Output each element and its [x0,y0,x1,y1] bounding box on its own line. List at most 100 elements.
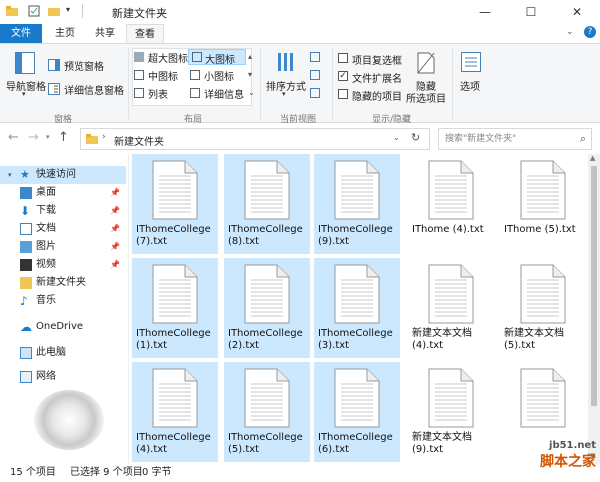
layout-details[interactable]: 详细信息 [190,86,250,101]
decorative-swirl [34,390,104,450]
back-arrow-icon[interactable]: ← [8,130,19,145]
tab-share[interactable]: 共享 [88,24,122,43]
file-name: IThomeCollege (8).txt [228,224,310,248]
properties-icon[interactable] [28,5,40,17]
sidebar-item-label: 下载 [36,205,56,216]
up-arrow-icon[interactable]: ↑ [58,130,69,145]
chevron-down-icon[interactable]: ▾ [66,5,78,17]
file-item[interactable]: 新建文本文档 (5).txt [500,258,586,358]
checkbox-checked[interactable]: ✓ [338,71,348,81]
chevron-down-icon[interactable]: ▾ [46,133,50,141]
options-button[interactable]: 选项 [456,50,486,104]
scroll-thumb[interactable] [591,166,597,406]
layout-medium[interactable]: 中图标 [134,68,186,83]
file-item[interactable]: IThome (4).txt [408,154,494,254]
group-by-icon[interactable] [310,52,320,62]
watermark-url: jb51.net [549,440,596,451]
sidebar-item-desktop[interactable]: 桌面 📌 [0,184,126,202]
text-file-icon [520,160,566,220]
chevron-down-icon[interactable]: ▾ [8,166,12,184]
layout-small[interactable]: 小图标 [190,68,246,83]
file-name-line: IThomeCollege [318,328,393,339]
pin-icon[interactable]: 📌 [110,220,120,238]
sidebar-item-pictures[interactable]: 图片 📌 [0,238,126,256]
file-item[interactable]: IThomeCollege (2).txt [224,258,310,358]
sidebar-item-onedrive[interactable]: ☁ OneDrive [0,318,126,336]
item-checkboxes-toggle[interactable]: 项目复选框 [338,52,408,67]
file-item[interactable]: IThomeCollege (7).txt [132,154,218,254]
scroll-down-icon[interactable]: ▾ [248,70,252,79]
nav-pane-icon [15,52,35,74]
file-name-line: 新建文本文档 [504,328,564,339]
sort-by-button[interactable]: 排序方式 ▾ [266,50,306,104]
pin-icon[interactable]: 📌 [110,238,120,256]
sidebar-item-label: 桌面 [36,187,56,198]
file-ext-toggle[interactable]: ✓ 文件扩展名 [338,70,408,85]
search-input[interactable]: 搜索"新建文件夹" ⌕ [438,128,592,150]
maximize-button[interactable]: ☐ [508,0,554,24]
sidebar-item-music[interactable]: ♪ 音乐 [0,292,126,310]
sidebar-item-videos[interactable]: 视频 📌 [0,256,126,274]
tab-view[interactable]: 查看 [126,24,164,43]
sidebar-item-label: 新建文件夹 [36,277,86,288]
hidden-items-toggle[interactable]: 隐藏的项目 [338,88,408,103]
checkbox[interactable] [338,53,348,63]
sidebar-item-this-pc[interactable]: 此电脑 [0,344,126,362]
layout-large-label: 大图标 [205,55,235,66]
tab-file[interactable]: 文件 [0,24,42,43]
hide-selected-button[interactable]: 隐藏 所选项目 [406,50,446,105]
add-columns-icon[interactable] [310,70,320,80]
hide-selected-label-2: 所选项目 [406,94,446,105]
file-item[interactable]: IThomeCollege (5).txt [224,362,310,462]
chevron-down-icon[interactable]: ⌄ [393,133,400,142]
search-icon[interactable]: ⌕ [580,129,586,149]
checkbox[interactable] [338,89,348,99]
file-item[interactable]: IThome (5).txt [500,154,586,254]
file-item[interactable]: IThomeCollege (8).txt [224,154,310,254]
address-field[interactable]: › 新建文件夹 ⌄ ↻ [80,128,430,150]
layout-details-label: 详细信息 [204,90,244,101]
file-name-line: IThomeCollege [228,432,303,443]
text-file-icon [152,160,198,220]
file-name: IThomeCollege (9).txt [318,224,400,248]
pin-icon[interactable]: 📌 [110,202,120,220]
list-icon [134,88,144,98]
file-item[interactable]: IThomeCollege (9).txt [314,154,400,254]
sidebar-item-new-folder[interactable]: 新建文件夹 [0,274,126,292]
minimize-button[interactable]: — [462,0,508,24]
chevron-down-icon[interactable]: ⌄ [566,27,574,37]
close-button[interactable]: ✕ [554,0,600,24]
size-columns-icon[interactable] [310,88,320,98]
file-item[interactable]: IThomeCollege (6).txt [314,362,400,462]
file-item[interactable]: 新建文本文档 (9).txt [408,362,494,462]
scroll-up-icon[interactable]: ▴ [248,52,252,61]
layout-extra-large[interactable]: 超大图标 [134,50,188,65]
nav-pane-button[interactable]: 导航窗格 ▾ [6,50,46,104]
refresh-icon[interactable]: ↻ [411,131,420,144]
sidebar-item-documents[interactable]: 文档 📌 [0,220,126,238]
details-pane-button[interactable]: 详细信息窗格 [48,82,128,98]
file-item[interactable]: IThomeCollege (4).txt [132,362,218,462]
new-folder-icon[interactable] [48,5,60,17]
sidebar-item-quick-access[interactable]: ▾ ★ 快速访问 [0,166,126,184]
pin-icon[interactable]: 📌 [110,256,120,274]
help-icon[interactable]: ? [584,26,596,38]
preview-pane-button[interactable]: 预览窗格 [48,58,128,74]
layout-list[interactable]: 列表 [134,86,186,101]
tab-home[interactable]: 主页 [48,24,82,43]
more-icon[interactable]: ⌄ [248,88,255,97]
forward-arrow-icon[interactable]: → [28,130,39,145]
scrollbar[interactable]: ▲ ▼ [588,154,600,464]
file-item[interactable]: IThomeCollege (3).txt [314,258,400,358]
layout-large[interactable]: 大图标 [188,49,246,66]
breadcrumb[interactable]: 新建文件夹 [114,133,164,148]
preview-pane-label: 预览窗格 [64,62,104,73]
file-item[interactable]: 新建文本文档 (4).txt [408,258,494,358]
sidebar-item-label: 音乐 [36,295,56,306]
file-item[interactable]: IThomeCollege (1).txt [132,258,218,358]
sidebar-item-downloads[interactable]: ⬇ 下载 📌 [0,202,126,220]
sidebar-item-network[interactable]: 网络 [0,368,126,386]
file-name: IThomeCollege (4).txt [136,432,218,456]
scroll-up-icon[interactable]: ▲ [590,154,595,162]
pin-icon[interactable]: 📌 [110,184,120,202]
